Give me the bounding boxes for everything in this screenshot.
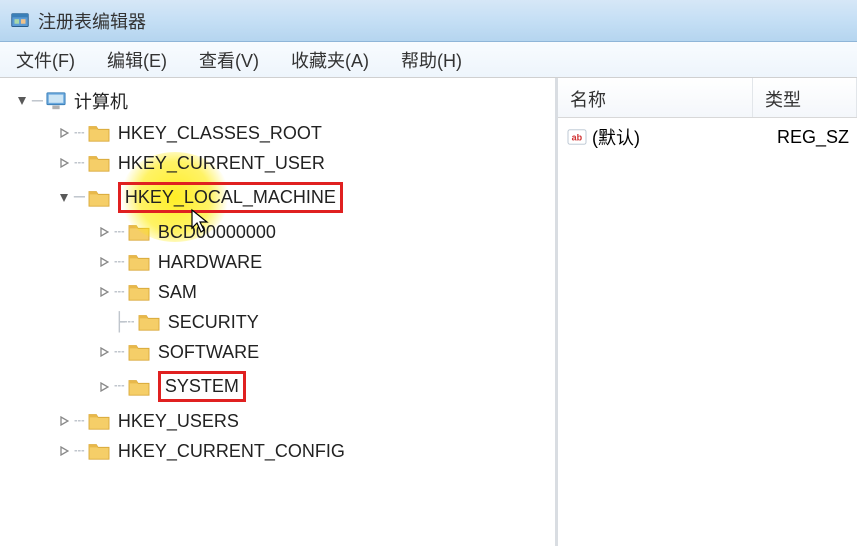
tree-pane[interactable]: ─ 计算机 ┄: [0, 78, 558, 546]
menubar: 文件(F) 编辑(E) 查看(V) 收藏夹(A) 帮助(H): [0, 42, 857, 78]
folder-icon: [136, 311, 162, 333]
tree-label: HKEY_CURRENT_CONFIG: [118, 441, 345, 462]
expander-icon[interactable]: [56, 413, 72, 429]
tree-connector: ┄: [114, 252, 126, 273]
tree-label: BCD00000000: [158, 222, 276, 243]
string-value-icon: ab: [566, 127, 588, 147]
regedit-icon: [8, 9, 32, 33]
titlebar: 注册表编辑器: [0, 0, 857, 42]
tree-connector: ─: [74, 187, 86, 208]
tree-node-hku[interactable]: ┄ HKEY_USERS: [0, 406, 555, 436]
expander-icon[interactable]: [96, 344, 112, 360]
tree-label: SOFTWARE: [158, 342, 259, 363]
list-pane[interactable]: 名称 类型 ab (默认) REG_SZ: [558, 78, 857, 546]
tree-label: SAM: [158, 282, 197, 303]
folder-icon: [86, 187, 112, 209]
column-header-type[interactable]: 类型: [753, 78, 857, 117]
tree-label: HKEY_CURRENT_USER: [118, 153, 325, 174]
expander-icon[interactable]: [56, 125, 72, 141]
tree-node-security[interactable]: ├┄ SECURITY: [0, 307, 555, 337]
folder-icon: [126, 251, 152, 273]
menu-help[interactable]: 帮助(H): [395, 43, 468, 77]
menu-view[interactable]: 查看(V): [193, 43, 265, 77]
tree-node-hklm[interactable]: ─ HKEY_LOCAL_MACHINE: [0, 178, 555, 217]
folder-icon: [86, 152, 112, 174]
tree-label: HKEY_USERS: [118, 411, 239, 432]
tree-label: HKEY_LOCAL_MACHINE: [118, 182, 343, 213]
tree-node-system[interactable]: ┄ SYSTEM: [0, 367, 555, 406]
tree-node-software[interactable]: ┄ SOFTWARE: [0, 337, 555, 367]
tree-node-hkcc[interactable]: ┄ HKEY_CURRENT_CONFIG: [0, 436, 555, 466]
tree-connector: ─: [32, 91, 44, 112]
tree-connector: ┄: [114, 376, 126, 397]
expander-icon[interactable]: [56, 443, 72, 459]
tree-node-computer[interactable]: ─ 计算机: [0, 84, 555, 118]
tree-label: HARDWARE: [158, 252, 262, 273]
svg-text:ab: ab: [572, 133, 583, 143]
column-header-name[interactable]: 名称: [558, 78, 753, 117]
tree-connector: ┄: [74, 411, 86, 432]
tree-label: HKEY_CLASSES_ROOT: [118, 123, 322, 144]
value-type: REG_SZ: [777, 127, 849, 148]
menu-file[interactable]: 文件(F): [10, 43, 81, 77]
folder-icon: [126, 341, 152, 363]
expander-icon[interactable]: [56, 190, 72, 206]
menu-favorites[interactable]: 收藏夹(A): [285, 43, 375, 77]
tree-node-hkcr[interactable]: ┄ HKEY_CLASSES_ROOT: [0, 118, 555, 148]
tree-label: SYSTEM: [158, 371, 246, 402]
tree-label: SECURITY: [168, 312, 259, 333]
tree-label: 计算机: [74, 88, 128, 114]
folder-icon: [86, 440, 112, 462]
tree-node-hkcu[interactable]: ┄ HKEY_CURRENT_USER: [0, 148, 555, 178]
tree-connector: ┄: [114, 222, 126, 243]
expander-icon[interactable]: [56, 155, 72, 171]
expander-icon[interactable]: [96, 224, 112, 240]
tree-node-hardware[interactable]: ┄ HARDWARE: [0, 247, 555, 277]
expander-icon[interactable]: [96, 284, 112, 300]
tree-connector: ┄: [74, 153, 86, 174]
expander-icon[interactable]: [14, 93, 30, 109]
folder-icon: [126, 376, 152, 398]
tree-connector: ┄: [114, 342, 126, 363]
menu-edit[interactable]: 编辑(E): [101, 43, 173, 77]
tree-node-bcd[interactable]: ┄ BCD00000000: [0, 217, 555, 247]
titlebar-text: 注册表编辑器: [38, 8, 146, 34]
folder-icon: [86, 410, 112, 432]
expander-icon[interactable]: [96, 254, 112, 270]
folder-icon: [126, 281, 152, 303]
folder-icon: [86, 122, 112, 144]
tree-connector: ├┄: [114, 312, 136, 333]
list-header: 名称 类型: [558, 78, 857, 118]
computer-icon: [44, 90, 68, 112]
folder-icon: [126, 221, 152, 243]
tree-connector: ┄: [74, 123, 86, 144]
tree-connector: ┄: [74, 441, 86, 462]
value-name: (默认): [592, 124, 777, 150]
list-row[interactable]: ab (默认) REG_SZ: [558, 118, 857, 156]
tree-connector: ┄: [114, 282, 126, 303]
tree-node-sam[interactable]: ┄ SAM: [0, 277, 555, 307]
expander-icon[interactable]: [96, 379, 112, 395]
